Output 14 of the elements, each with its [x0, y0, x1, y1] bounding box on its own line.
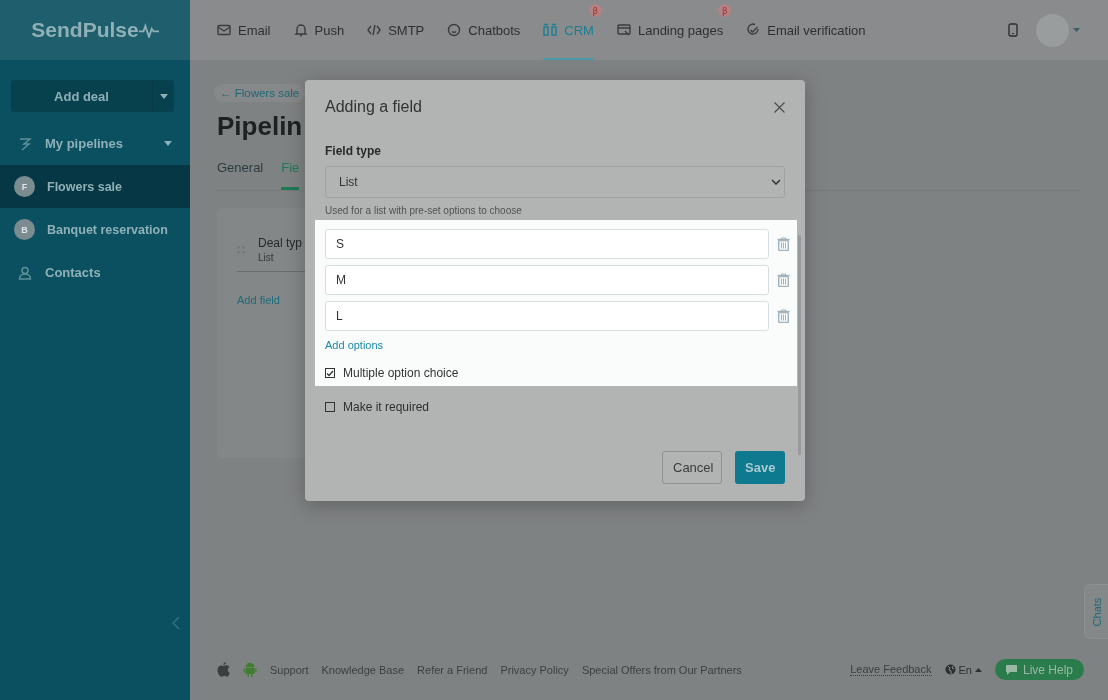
dialog-title: Adding a field: [325, 98, 422, 116]
beta-badge: β: [718, 4, 732, 17]
page-title: Pipelin: [217, 111, 304, 142]
field-name: Deal typ: [258, 236, 303, 250]
checkbox-label: Make it required: [343, 400, 430, 414]
pipeline-name: Banquet reservation: [47, 222, 168, 237]
beta-badge: β: [588, 4, 602, 17]
hint-text: Used for a list with pre-set options to choose: [325, 205, 523, 216]
avatar: B: [14, 219, 35, 240]
pipeline-name: Flowers sale: [47, 179, 123, 194]
avatar: F: [14, 176, 35, 197]
field-label: Field type: [325, 144, 382, 158]
checkbox-label: Multiple option choice: [343, 366, 459, 380]
field-type: List: [258, 252, 275, 263]
